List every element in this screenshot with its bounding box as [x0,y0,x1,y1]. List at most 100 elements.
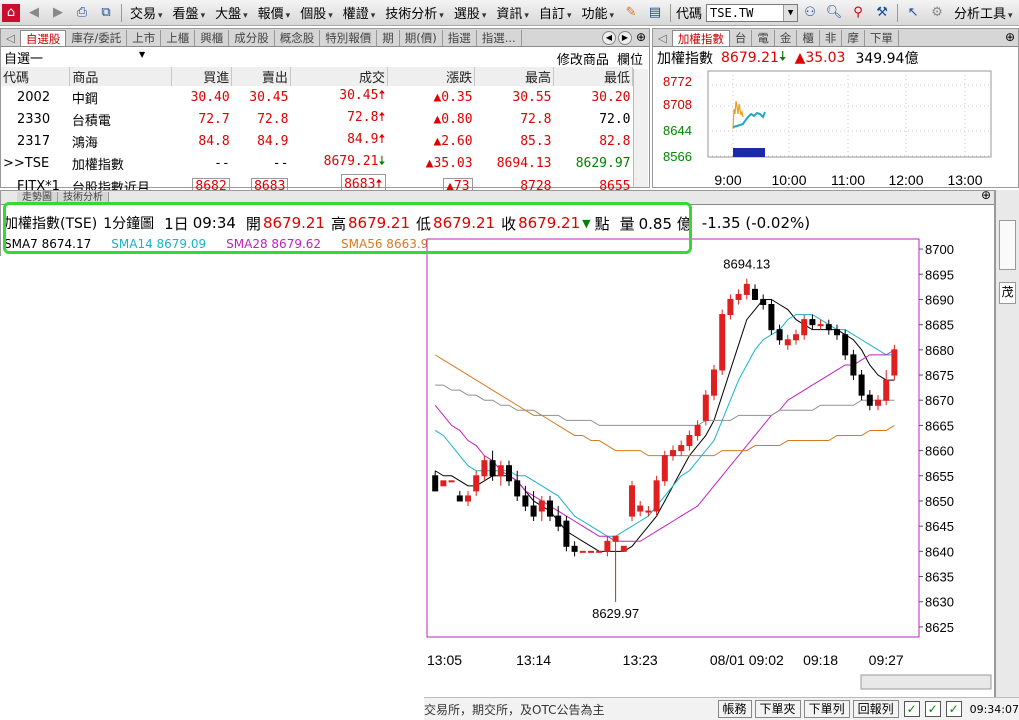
tab-otc-idx[interactable]: 櫃 [797,30,820,46]
scroll-left-icon[interactable]: ◀ [602,31,616,45]
tab-otc[interactable]: 上櫃 [161,30,196,46]
popout-icon[interactable]: ⧉ [96,3,116,23]
zoom-icon[interactable]: ⊕ [634,31,648,45]
col-name[interactable]: 商品 [69,67,172,86]
row-change-value: 0.35 [441,89,473,105]
tools-icon[interactable]: ⚒ [872,3,892,23]
table-row[interactable]: 2002 中鋼 30.40 30.45 30.45🠅 ▲0.35 30.55 3… [1,86,633,108]
tab-index-options-more[interactable]: 指選... [476,30,522,46]
zoom-icon[interactable]: ⊕ [979,191,993,203]
col-high[interactable]: 最高 [474,67,555,86]
tab-watchlist[interactable]: 自選股 [19,30,67,46]
chevron-down-icon[interactable]: ▼ [139,50,145,59]
tab-futures-price[interactable]: 期(價) [399,30,443,46]
note-icon[interactable]: ▤ [645,3,665,23]
tab-elec[interactable]: 電 [752,30,775,46]
col-last[interactable]: 成交 [290,67,389,86]
checkbox[interactable]: ✓ [945,701,962,717]
tab-nonfin[interactable]: 非 [819,30,843,46]
glasses-icon[interactable]: ⚇ [800,3,820,23]
col-low[interactable]: 最低 [553,67,633,86]
tab-msci[interactable]: 摩 [842,30,865,46]
table-row[interactable]: 2317 鴻海 84.8 84.9 84.9🠅 ▲2.60 85.3 82.8 [1,130,633,152]
tab-special[interactable]: 特別報價 [320,30,378,46]
scroll-right-icon[interactable]: ▶ [618,31,632,45]
col-code[interactable]: 代碼 [1,67,71,86]
order-list-button[interactable]: 下單列 [803,700,850,718]
checkbox[interactable]: ✓ [903,701,920,717]
menu-screener[interactable]: 選股 [449,3,492,22]
chart-tool-icon[interactable]: ⚲ [848,3,868,23]
back-icon[interactable]: ◀ [24,3,44,23]
menu-info[interactable]: 資訊 [491,3,534,22]
candle-body [793,334,799,341]
row-code: 2330 [17,111,51,127]
tab-futures[interactable]: 期 [377,30,400,46]
candle-body [579,550,586,553]
tab-fin[interactable]: 金 [774,30,798,46]
tab-taiex[interactable]: 加權指數 [671,30,730,46]
col-bid[interactable]: 買進 [171,67,233,86]
y-tick-label: 8655 [925,469,954,484]
candle-body [465,495,471,502]
tab-listed[interactable]: 上市 [127,30,162,46]
row-name: 台積電 [71,113,111,129]
row-code: 2002 [17,89,51,105]
col-ask[interactable]: 賣出 [231,67,291,86]
checkbox[interactable]: ✓ [924,701,941,717]
tab-index-options[interactable]: 指選 [442,30,477,46]
menu-custom[interactable]: 自訂 [534,3,577,22]
candle-body [612,535,619,542]
tab-inventory[interactable]: 庫存/委託 [66,30,128,46]
table-row[interactable]: 2330 台積電 72.7 72.8 72.8🠅 ▲0.80 72.8 72.0 [1,108,633,130]
side-tab[interactable]: 茂 [999,282,1016,304]
order-clip-button[interactable]: 下單夾 [754,700,801,718]
menu-quotes[interactable]: 報價 [253,3,296,22]
table-row[interactable]: >>TSE 加權指數 -- -- 8679.21🠇 ▲35.03 8694.13… [1,152,633,174]
y-tick-label: 8665 [925,418,954,433]
search-icon[interactable]: 🔍︎ [824,3,844,23]
col-change[interactable]: 漲跌 [387,67,476,86]
quote-tabs: ◁ 自選股 庫存/委託 上市 上櫃 興櫃 成分股 概念股 特別報價 期 期(價)… [1,29,649,47]
zoom-icon[interactable]: ⊕ [1003,31,1017,45]
home-icon[interactable]: ⌂ [2,3,20,22]
menu-technical[interactable]: 技術分析 [380,3,449,22]
menu-analysis-tools[interactable]: 分析工具 [949,3,1018,22]
menu-functions[interactable]: 功能 [576,3,619,22]
candle-body [727,298,734,316]
chevron-down-icon[interactable]: ▼ [783,4,798,21]
candle-body [547,500,553,517]
menu-warrants[interactable]: 權證 [338,3,381,22]
quote-scrollbar[interactable] [633,69,648,187]
code-input[interactable]: TSE.TW ▼ [706,3,799,22]
mini-back-icon[interactable]: ◁ [653,30,672,46]
print-icon[interactable]: ⎙ [72,3,92,23]
row-change: ▲35.03 [388,152,475,174]
forward-icon[interactable]: ▶ [48,3,68,23]
tab-tai[interactable]: 台 [729,30,753,46]
account-button[interactable]: 帳務 [717,700,752,718]
panel-back-icon[interactable]: ◁ [1,30,20,46]
menu-watch[interactable]: 看盤 [168,3,211,22]
cursor-icon[interactable]: ↖ [903,3,923,23]
tab-concept[interactable]: 概念股 [274,30,321,46]
report-list-button[interactable]: 回報列 [852,700,899,718]
y-tick-label: 8630 [925,595,954,610]
side-scroll[interactable] [999,220,1016,270]
row-high: 8694.13 [496,155,552,171]
tab-emerging[interactable]: 興櫃 [195,30,230,46]
menu-market[interactable]: 大盤 [210,3,253,22]
menu-trade[interactable]: 交易 [125,3,168,22]
tab-components[interactable]: 成分股 [229,30,275,46]
mini-ylabel: 8772 [663,74,692,89]
settings-icon[interactable]: ⚙ [927,3,947,23]
mini-volume: 349.94億 [855,51,919,67]
edit-products-link[interactable]: 修改商品 [557,53,609,68]
tab-order[interactable]: 下單 [864,30,899,46]
watchlist-select[interactable]: 自選一 [4,48,43,67]
menu-stocks[interactable]: 個股 [295,3,338,22]
pen-icon[interactable]: ✎ [621,3,641,23]
columns-link[interactable]: 欄位 [617,53,643,68]
candle-body [752,288,758,300]
x-tick-label: 09:18 [803,652,838,668]
